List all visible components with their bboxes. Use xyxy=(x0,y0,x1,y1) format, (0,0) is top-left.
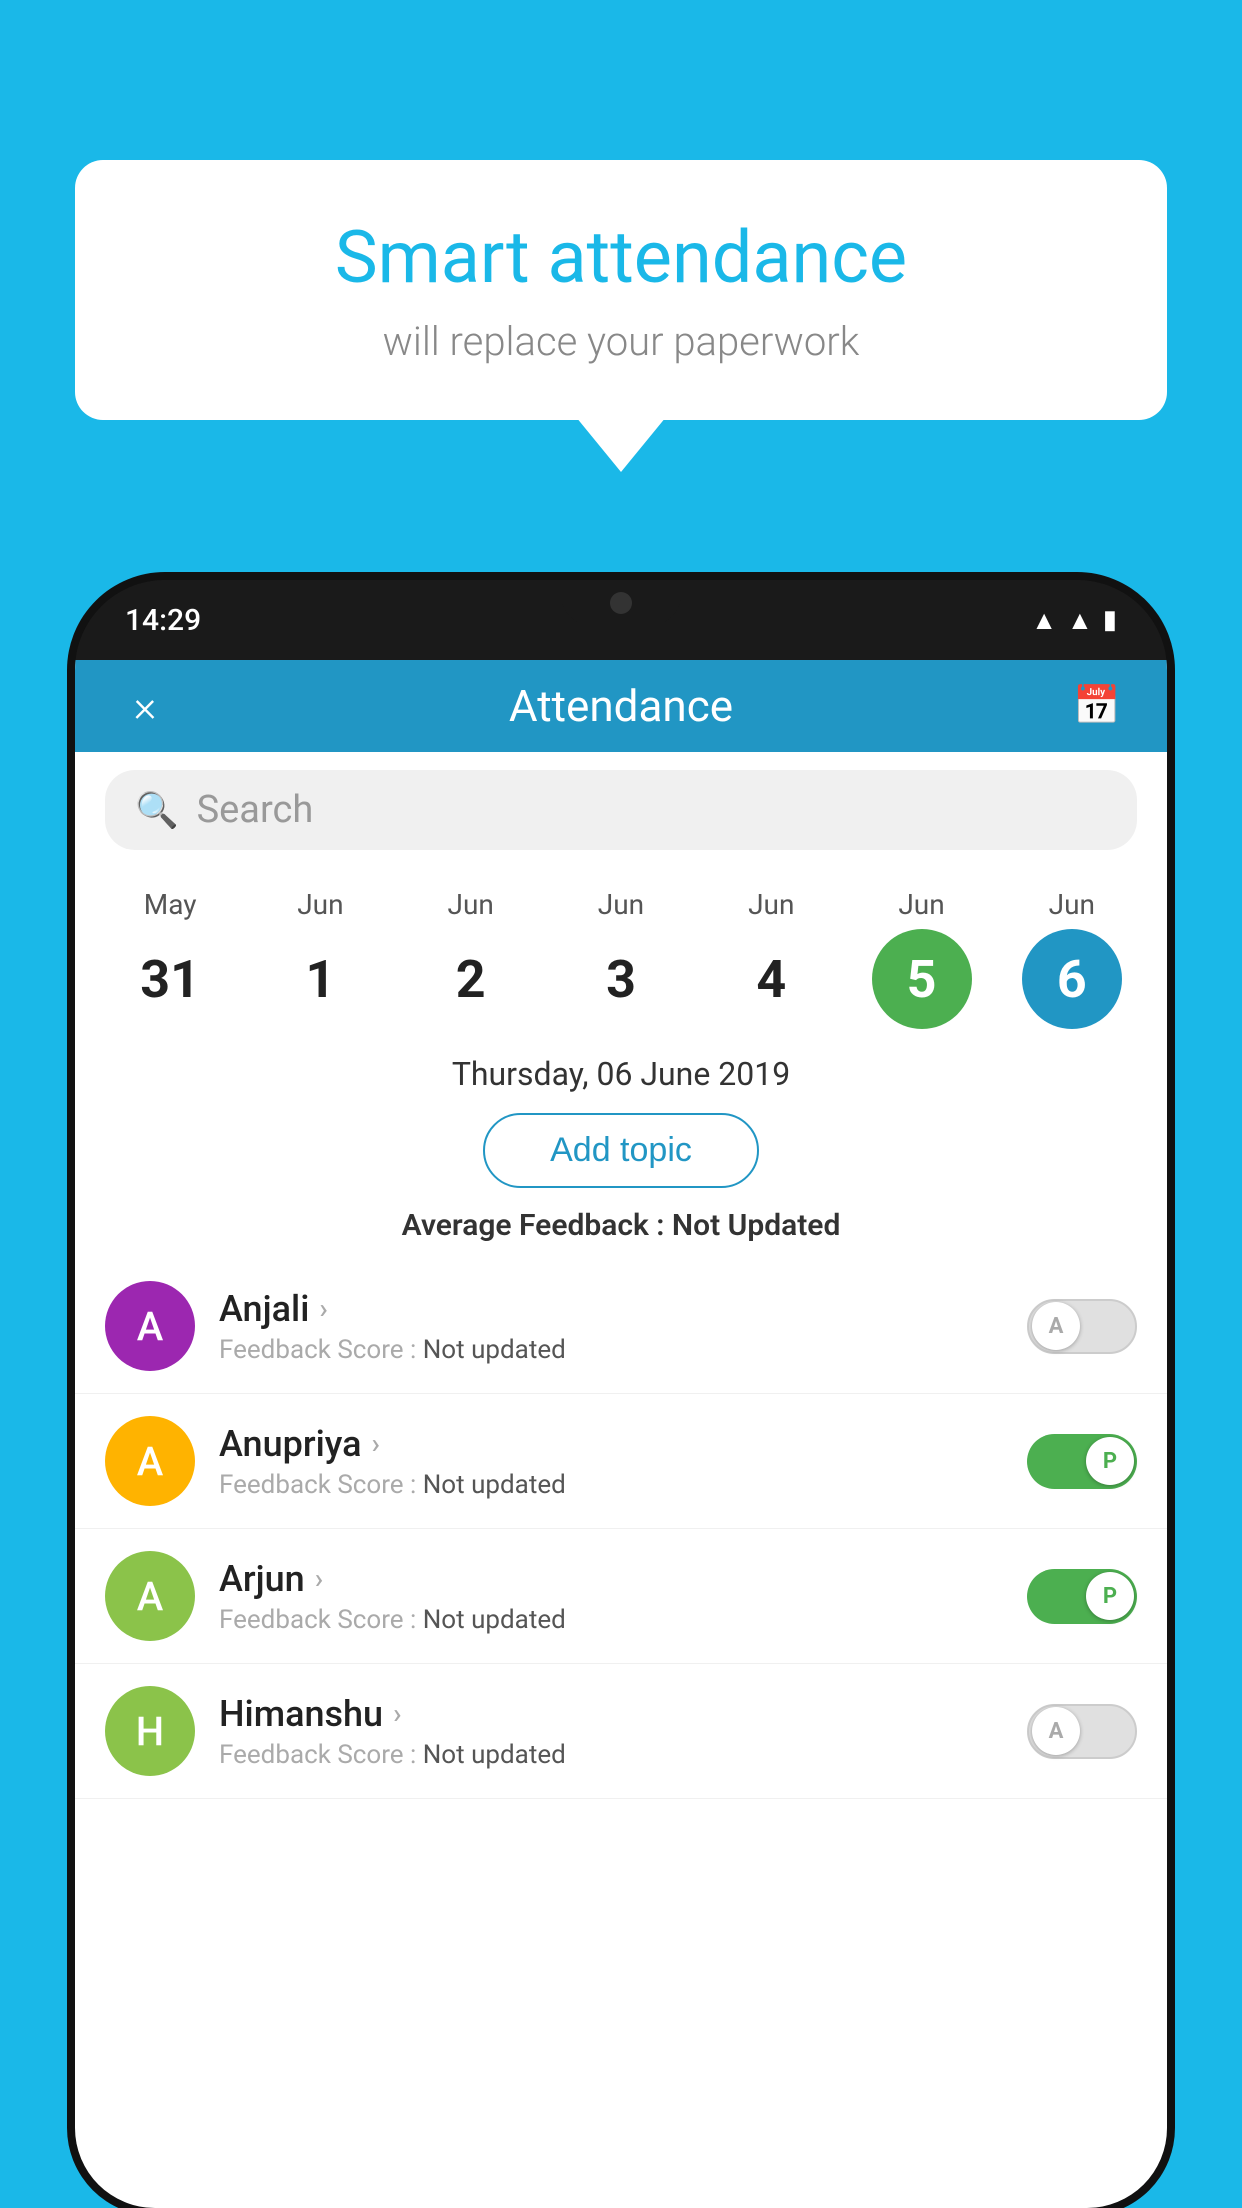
speech-bubble: Smart attendance will replace your paper… xyxy=(75,160,1167,420)
app-header: × Attendance 📅 xyxy=(75,660,1167,752)
toggle-knob: A xyxy=(1032,1707,1080,1755)
day-month: May xyxy=(144,888,197,921)
battery-icon: ▮ xyxy=(1103,605,1117,635)
wifi-icon: ▲ xyxy=(1031,605,1057,636)
student-info: Anjali › Feedback Score : Not updated xyxy=(219,1288,1003,1365)
calendar-strip: May 31 Jun 1 Jun 2 Jun 3 Jun 4 Jun 5 Jun 6 xyxy=(75,868,1167,1039)
add-topic-button[interactable]: Add topic xyxy=(483,1113,759,1188)
day-number: 6 xyxy=(1022,929,1122,1029)
search-bar[interactable]: 🔍 Search xyxy=(105,770,1137,850)
student-list: AAnjali ›Feedback Score : Not updatedAAA… xyxy=(75,1259,1167,2208)
student-avatar: H xyxy=(105,1686,195,1776)
attendance-toggle-container: P xyxy=(1027,1434,1137,1489)
avg-feedback: Average Feedback : Not Updated xyxy=(75,1200,1167,1259)
student-item[interactable]: A Anjali › Feedback Score : Not updated A xyxy=(75,1259,1167,1394)
day-number: 4 xyxy=(721,929,821,1029)
day-number: 2 xyxy=(421,929,521,1029)
calendar-day[interactable]: Jun 2 xyxy=(416,888,526,1029)
attendance-toggle[interactable]: A xyxy=(1027,1299,1137,1354)
attendance-toggle[interactable]: P xyxy=(1027,1434,1137,1489)
avg-feedback-value: Not Updated xyxy=(672,1208,840,1243)
attendance-toggle-container: P xyxy=(1027,1569,1137,1624)
chevron-icon: › xyxy=(319,1292,327,1325)
toggle-knob: P xyxy=(1086,1437,1134,1485)
attendance-toggle-container: A xyxy=(1027,1704,1137,1759)
add-topic-container: Add topic xyxy=(75,1101,1167,1200)
phone-screen: × Attendance 📅 🔍 Search May31Jun1Jun2Jun… xyxy=(75,660,1167,2208)
calendar-day[interactable]: Jun 6 xyxy=(1017,888,1127,1029)
day-month: Jun xyxy=(297,888,343,921)
calendar-day[interactable]: Jun 4 xyxy=(716,888,826,1029)
phone-notch xyxy=(561,580,681,625)
day-month: Jun xyxy=(898,888,944,921)
day-number: 3 xyxy=(571,929,671,1029)
status-bar: 14:29 ▲ ▲ ▮ xyxy=(75,580,1167,660)
student-name: Anjali › xyxy=(219,1288,1003,1330)
chevron-icon: › xyxy=(372,1427,380,1460)
day-month: Jun xyxy=(1049,888,1095,921)
student-feedback: Feedback Score : Not updated xyxy=(219,1605,1003,1635)
day-month: Jun xyxy=(448,888,494,921)
speech-bubble-title: Smart attendance xyxy=(135,215,1107,300)
speech-bubble-subtitle: will replace your paperwork xyxy=(135,318,1107,365)
calendar-day[interactable]: Jun 3 xyxy=(566,888,676,1029)
day-number: 31 xyxy=(120,929,220,1029)
attendance-toggle-container: A xyxy=(1027,1299,1137,1354)
search-input-placeholder: Search xyxy=(197,788,314,832)
student-name: Anupriya › xyxy=(219,1423,1003,1465)
search-icon: 🔍 xyxy=(135,790,179,831)
calendar-icon[interactable]: 📅 xyxy=(1067,684,1127,728)
student-feedback: Feedback Score : Not updated xyxy=(219,1470,1003,1500)
calendar-day[interactable]: Jun 5 xyxy=(867,888,977,1029)
status-icons: ▲ ▲ ▮ xyxy=(1031,605,1117,636)
day-number: 5 xyxy=(872,929,972,1029)
student-item[interactable]: A Anupriya › Feedback Score : Not updated P xyxy=(75,1394,1167,1529)
signal-icon: ▲ xyxy=(1067,605,1093,636)
student-avatar: A xyxy=(105,1551,195,1641)
student-item[interactable]: H Himanshu › Feedback Score : Not updated A xyxy=(75,1664,1167,1799)
header-title: Attendance xyxy=(175,680,1067,732)
student-feedback: Feedback Score : Not updated xyxy=(219,1335,1003,1365)
student-feedback: Feedback Score : Not updated xyxy=(219,1740,1003,1770)
student-item[interactable]: A Arjun › Feedback Score : Not updated P xyxy=(75,1529,1167,1664)
attendance-toggle[interactable]: A xyxy=(1027,1704,1137,1759)
speech-bubble-arrow xyxy=(576,417,666,472)
avg-feedback-label: Average Feedback : xyxy=(402,1208,665,1243)
attendance-toggle[interactable]: P xyxy=(1027,1569,1137,1624)
status-time: 14:29 xyxy=(125,603,201,638)
student-info: Himanshu › Feedback Score : Not updated xyxy=(219,1693,1003,1770)
student-info: Anupriya › Feedback Score : Not updated xyxy=(219,1423,1003,1500)
search-container: 🔍 Search xyxy=(75,752,1167,868)
camera-dot xyxy=(610,592,632,614)
day-month: Jun xyxy=(748,888,794,921)
chevron-icon: › xyxy=(393,1697,401,1730)
student-avatar: A xyxy=(105,1416,195,1506)
toggle-knob: P xyxy=(1086,1572,1134,1620)
calendar-day[interactable]: May 31 xyxy=(115,888,225,1029)
student-avatar: A xyxy=(105,1281,195,1371)
student-name: Arjun › xyxy=(219,1558,1003,1600)
student-info: Arjun › Feedback Score : Not updated xyxy=(219,1558,1003,1635)
selected-date-label: Thursday, 06 June 2019 xyxy=(75,1039,1167,1101)
toggle-knob: A xyxy=(1032,1302,1080,1350)
calendar-day[interactable]: Jun 1 xyxy=(265,888,375,1029)
close-button[interactable]: × xyxy=(115,680,175,732)
speech-bubble-container: Smart attendance will replace your paper… xyxy=(75,160,1167,420)
day-number: 1 xyxy=(270,929,370,1029)
day-month: Jun xyxy=(598,888,644,921)
student-name: Himanshu › xyxy=(219,1693,1003,1735)
chevron-icon: › xyxy=(315,1562,323,1595)
phone-frame: 14:29 ▲ ▲ ▮ × Attendance 📅 🔍 Search May 3… xyxy=(75,580,1167,2208)
